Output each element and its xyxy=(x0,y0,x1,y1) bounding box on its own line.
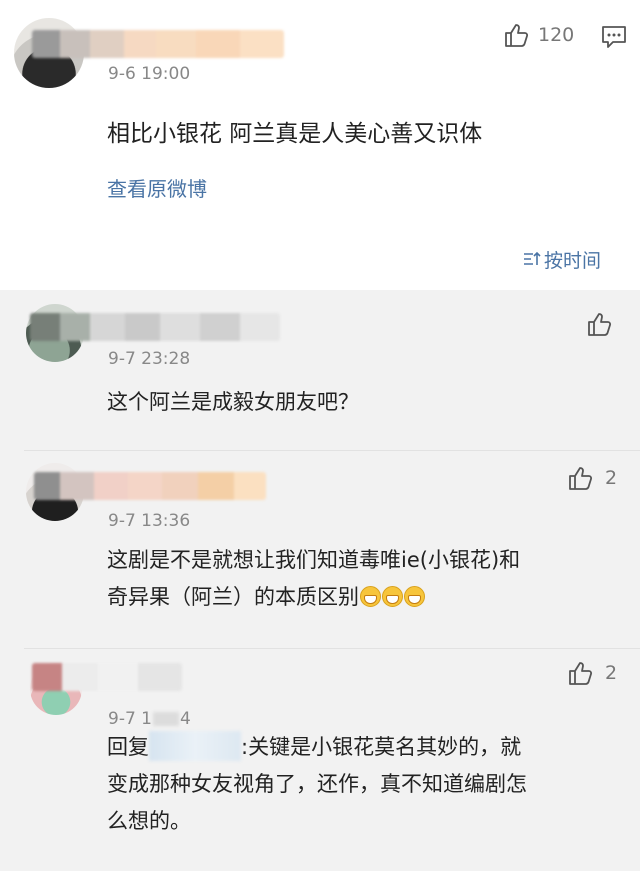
thumbs-up-icon[interactable] xyxy=(567,465,593,491)
username-blurred[interactable] xyxy=(30,313,280,341)
reply-text-segment: 奇异果（阿兰）的本质区别 xyxy=(107,585,359,609)
reply-body: 回复 :关键是小银花莫名其妙的，就 变成那种女友视角了，还作，真不知道编剧怎 么想… xyxy=(107,729,627,840)
comment-icon[interactable] xyxy=(601,25,627,49)
reply-time: 9-7 23:28 xyxy=(108,349,191,369)
sort-label: 按时间 xyxy=(544,249,602,272)
reply-time-head: 9-7 1 xyxy=(108,709,152,729)
reply-time-tail: 4 xyxy=(180,709,191,729)
time-redaction xyxy=(153,712,179,726)
reply-text-line: 回复 :关键是小银花莫名其妙的，就 xyxy=(107,729,627,766)
like-count: 2 xyxy=(605,467,618,489)
grin-emoji xyxy=(404,586,425,607)
list-item: 9-7 23:28 这个阿兰是成毅女朋友吧？ xyxy=(0,290,640,450)
list-item: 9-7 1 4 2 回复 :关键是小银花莫名其妙的，就 变成那种女友视角了，还作，真… xyxy=(0,649,640,871)
reply-prefix: 回复 xyxy=(107,735,149,759)
sort-icon xyxy=(524,251,541,265)
reply-text: 这个阿兰是成毅女朋友吧？ xyxy=(107,390,359,414)
view-original-post-link[interactable]: 查看原微博 xyxy=(107,173,207,202)
comment-text: 相比小银花 阿兰真是人美心善又识体 xyxy=(107,121,483,147)
like-count: 2 xyxy=(605,662,618,684)
username-blurred[interactable] xyxy=(32,30,284,58)
list-item: 9-7 13:36 2 这剧是不是就想让我们知道毒唯ie(小银花)和 奇异果（阿… xyxy=(0,451,640,648)
thumbs-up-icon[interactable] xyxy=(503,22,529,48)
reply-text: 这剧是不是就想让我们知道毒唯ie(小银花)和 奇异果（阿兰）的本质区别 xyxy=(107,542,627,616)
main-comment: 9-6 19:00 120 相比小银花 阿兰真是人美心善又识体 查看原微博 按时… xyxy=(0,0,640,290)
reply-time: 9-7 13:36 xyxy=(108,511,191,531)
replies-list: 9-7 23:28 这个阿兰是成毅女朋友吧？ 9-7 13:36 2 这剧是不是… xyxy=(0,290,640,871)
reply-text-segment: :关键是小银花莫名其妙的，就 xyxy=(241,735,522,759)
reply-text-line: 变成那种女友视角了，还作，真不知道编剧怎 xyxy=(107,772,527,796)
mention-redaction[interactable] xyxy=(149,731,241,761)
reply-time: 9-7 1 4 xyxy=(108,709,191,729)
username-blurred[interactable] xyxy=(32,663,182,691)
like-count: 120 xyxy=(538,24,575,46)
grin-emoji xyxy=(360,586,381,607)
username-blurred[interactable] xyxy=(34,472,266,500)
grin-emoji xyxy=(382,586,403,607)
reply-text-line: 么想的。 xyxy=(107,809,191,833)
thumbs-up-icon[interactable] xyxy=(586,311,612,337)
sort-by-time-button[interactable]: 按时间 xyxy=(522,246,601,272)
reply-text-line: 奇异果（阿兰）的本质区别 xyxy=(107,579,627,616)
thumbs-up-icon[interactable] xyxy=(567,660,593,686)
reply-text-line: 这剧是不是就想让我们知道毒唯ie(小银花)和 xyxy=(107,548,521,572)
comment-time: 9-6 19:00 xyxy=(108,64,191,84)
